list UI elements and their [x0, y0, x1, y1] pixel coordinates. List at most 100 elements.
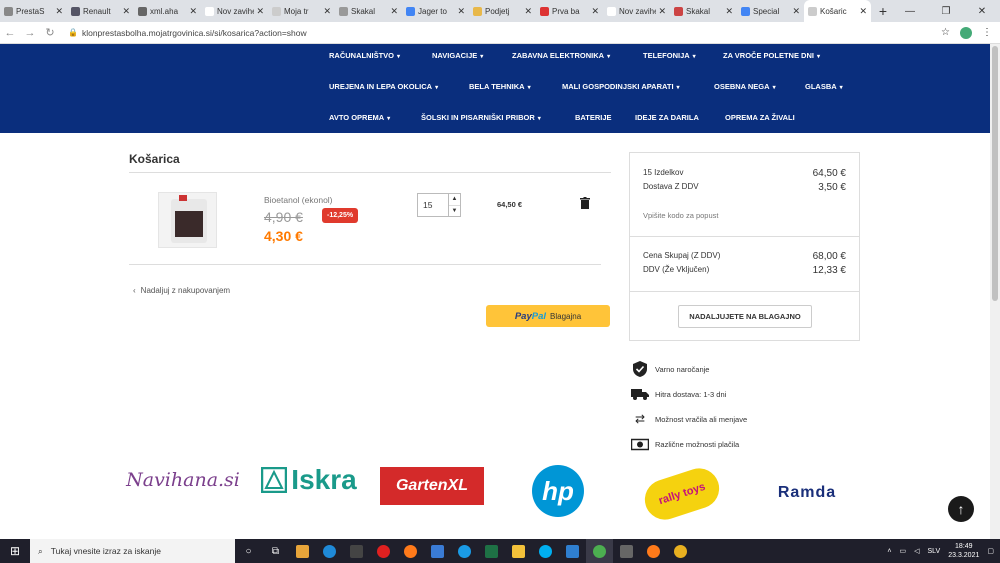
close-tab-icon[interactable]: ✕ — [390, 6, 398, 17]
browser-tab[interactable]: Jager to ✕ — [402, 0, 469, 22]
browser-tab[interactable]: Prva ba ✕ — [536, 0, 603, 22]
tab-favicon-icon — [540, 6, 549, 16]
brand-logo-gartenxl[interactable]: GartenXL — [380, 467, 484, 505]
browser-tab[interactable]: Special ✕ — [737, 0, 804, 22]
forward-icon[interactable]: → — [20, 27, 40, 39]
brand-logo-hp[interactable]: hp — [532, 465, 584, 517]
vat-value: 12,33 € — [812, 265, 846, 276]
tab-label: Košaric — [820, 6, 847, 16]
product-image[interactable] — [158, 192, 217, 248]
taskbar-search-field[interactable]: ⌕ Tukaj vnesite izraz za iskanje — [30, 539, 235, 563]
menu-item[interactable]: NAVIGACIJE ▾ — [432, 51, 483, 60]
language-indicator[interactable]: SLV — [928, 548, 941, 555]
reload-icon[interactable]: ↻ — [40, 26, 60, 39]
menu-item[interactable]: OPREMA ZA ŽIVALI — [725, 113, 795, 122]
windows-start-icon[interactable]: ⊞ — [0, 544, 30, 558]
chevron-down-icon[interactable]: ▼ — [449, 206, 460, 217]
menu-item[interactable]: UREJENA IN LEPA OKOLICA ▾ — [329, 82, 438, 91]
paypal-checkout-button[interactable]: PayPal Blagajna — [486, 305, 610, 327]
browser-tab[interactable]: Skakal ✕ — [335, 0, 402, 22]
media-icon[interactable] — [343, 539, 370, 563]
product-name[interactable]: Bioetanol (ekonol) — [264, 195, 333, 205]
close-tab-icon[interactable]: ✕ — [792, 6, 800, 17]
close-tab-icon[interactable]: ✕ — [725, 6, 733, 17]
brand-logo-ramda[interactable]: Ramda — [766, 458, 848, 528]
browser-tab[interactable]: Nov zavihek✕ — [201, 0, 268, 22]
browser-tab[interactable]: xml.aha ✕ — [134, 0, 201, 22]
skype-icon[interactable] — [532, 539, 559, 563]
notification-icon[interactable]: ▢ — [987, 547, 994, 555]
tab-favicon-icon — [808, 6, 817, 16]
close-tab-icon[interactable]: ✕ — [323, 6, 331, 17]
close-tab-icon[interactable]: ✕ — [591, 6, 599, 17]
app-icon[interactable] — [667, 539, 694, 563]
menu-item[interactable]: ZA VROČE POLETNE DNI ▾ — [723, 51, 820, 60]
page-scrollbar[interactable] — [990, 44, 1000, 539]
opera-icon[interactable] — [370, 539, 397, 563]
browser-tab[interactable]: PrestaS ✕ — [0, 0, 67, 22]
browser-tab[interactable]: Nov zavihek✕ — [603, 0, 670, 22]
menu-item[interactable]: TELEFONIJA ▾ — [643, 51, 696, 60]
menu-item[interactable]: MALI GOSPODINJSKI APARATI ▾ — [562, 82, 680, 91]
calculator-icon[interactable] — [613, 539, 640, 563]
browser-menu-icon[interactable]: ⋮ — [982, 27, 992, 38]
ie-icon[interactable] — [451, 539, 478, 563]
trash-icon[interactable] — [580, 197, 590, 209]
brand-logo-navihana[interactable]: Navihana.si — [126, 458, 240, 502]
network-icon[interactable]: ▭ — [899, 547, 906, 555]
menu-item[interactable]: IDEJE ZA DARILA — [635, 113, 699, 122]
chrome-icon[interactable] — [586, 539, 613, 563]
close-tab-icon[interactable]: ✕ — [524, 6, 532, 17]
close-tab-icon[interactable]: ✕ — [189, 6, 197, 17]
close-tab-icon[interactable]: ✕ — [256, 6, 264, 17]
quantity-input[interactable] — [418, 194, 448, 216]
menu-item[interactable]: BATERIJE — [575, 113, 612, 122]
firefox-icon[interactable] — [640, 539, 667, 563]
edge-icon[interactable] — [316, 539, 343, 563]
menu-item[interactable]: RAČUNALNIŠTVO ▾ — [329, 51, 400, 60]
continue-shopping-link[interactable]: ‹ Nadaljuj z nakupovanjem — [133, 286, 230, 295]
brand-logo-iskra[interactable]: Iskra — [254, 458, 364, 502]
chevron-up-icon[interactable]: ▲ — [449, 194, 460, 206]
task-view-icon[interactable]: ○ — [235, 539, 262, 563]
clock[interactable]: 18:49 23.3.2021 — [948, 542, 979, 560]
mail-icon[interactable] — [559, 539, 586, 563]
volume-icon[interactable]: ◁ — [914, 547, 919, 555]
excel-icon[interactable] — [478, 539, 505, 563]
chevron-up-icon[interactable]: ˄ — [887, 548, 891, 555]
browser-tab[interactable]: Moja tr ✕ — [268, 0, 335, 22]
menu-item[interactable]: GLASBA ▾ — [805, 82, 843, 91]
close-tab-icon[interactable]: ✕ — [658, 6, 666, 17]
brand-logo-rally-toys[interactable]: rally toys — [639, 463, 725, 525]
menu-item[interactable]: ŠOLSKI IN PISARNIŠKI PRIBOR ▾ — [421, 113, 541, 122]
menu-item[interactable]: BELA TEHNIKA ▾ — [469, 82, 531, 91]
store-icon[interactable] — [424, 539, 451, 563]
browser-tab[interactable]: Skakal ✕ — [670, 0, 737, 22]
close-tab-icon[interactable]: ✕ — [457, 6, 465, 17]
menu-item[interactable]: ZABAVNA ELEKTRONIKA ▾ — [512, 51, 610, 60]
tab-favicon-icon — [71, 6, 80, 16]
scroll-to-top-button[interactable]: ↑ — [948, 496, 974, 522]
folder-icon[interactable] — [505, 539, 532, 563]
close-tab-icon[interactable]: ✕ — [122, 6, 130, 17]
firefox-icon[interactable] — [397, 539, 424, 563]
browser-tab[interactable]: Podjetj ✕ — [469, 0, 536, 22]
restore-icon[interactable]: ❐ — [928, 0, 964, 22]
minimize-icon[interactable]: — — [892, 0, 928, 22]
url-field[interactable]: 🔒 klonprestasbolha.mojatrgovinica.si/si/… — [68, 28, 307, 38]
close-tab-icon[interactable]: ✕ — [859, 6, 867, 17]
promo-code-link[interactable]: Vpišite kodo za popust — [643, 211, 718, 220]
scrollbar-thumb[interactable] — [992, 46, 998, 301]
back-icon[interactable]: ← — [0, 27, 20, 39]
avatar[interactable] — [960, 26, 972, 39]
task-switch-icon[interactable]: ⧉ — [262, 539, 289, 563]
close-window-icon[interactable]: ✕ — [964, 0, 1000, 22]
app-icon[interactable] — [289, 539, 316, 563]
checkout-button[interactable]: NADALJUJETE NA BLAGAJNO — [678, 305, 812, 328]
star-icon[interactable]: ☆ — [941, 27, 950, 38]
browser-tab[interactable]: Košaric ✕ — [804, 0, 871, 22]
menu-item[interactable]: AVTO OPREMA ▾ — [329, 113, 390, 122]
menu-item[interactable]: OSEBNA NEGA ▾ — [714, 82, 776, 91]
close-tab-icon[interactable]: ✕ — [55, 6, 63, 17]
browser-tab[interactable]: Renault ✕ — [67, 0, 134, 22]
